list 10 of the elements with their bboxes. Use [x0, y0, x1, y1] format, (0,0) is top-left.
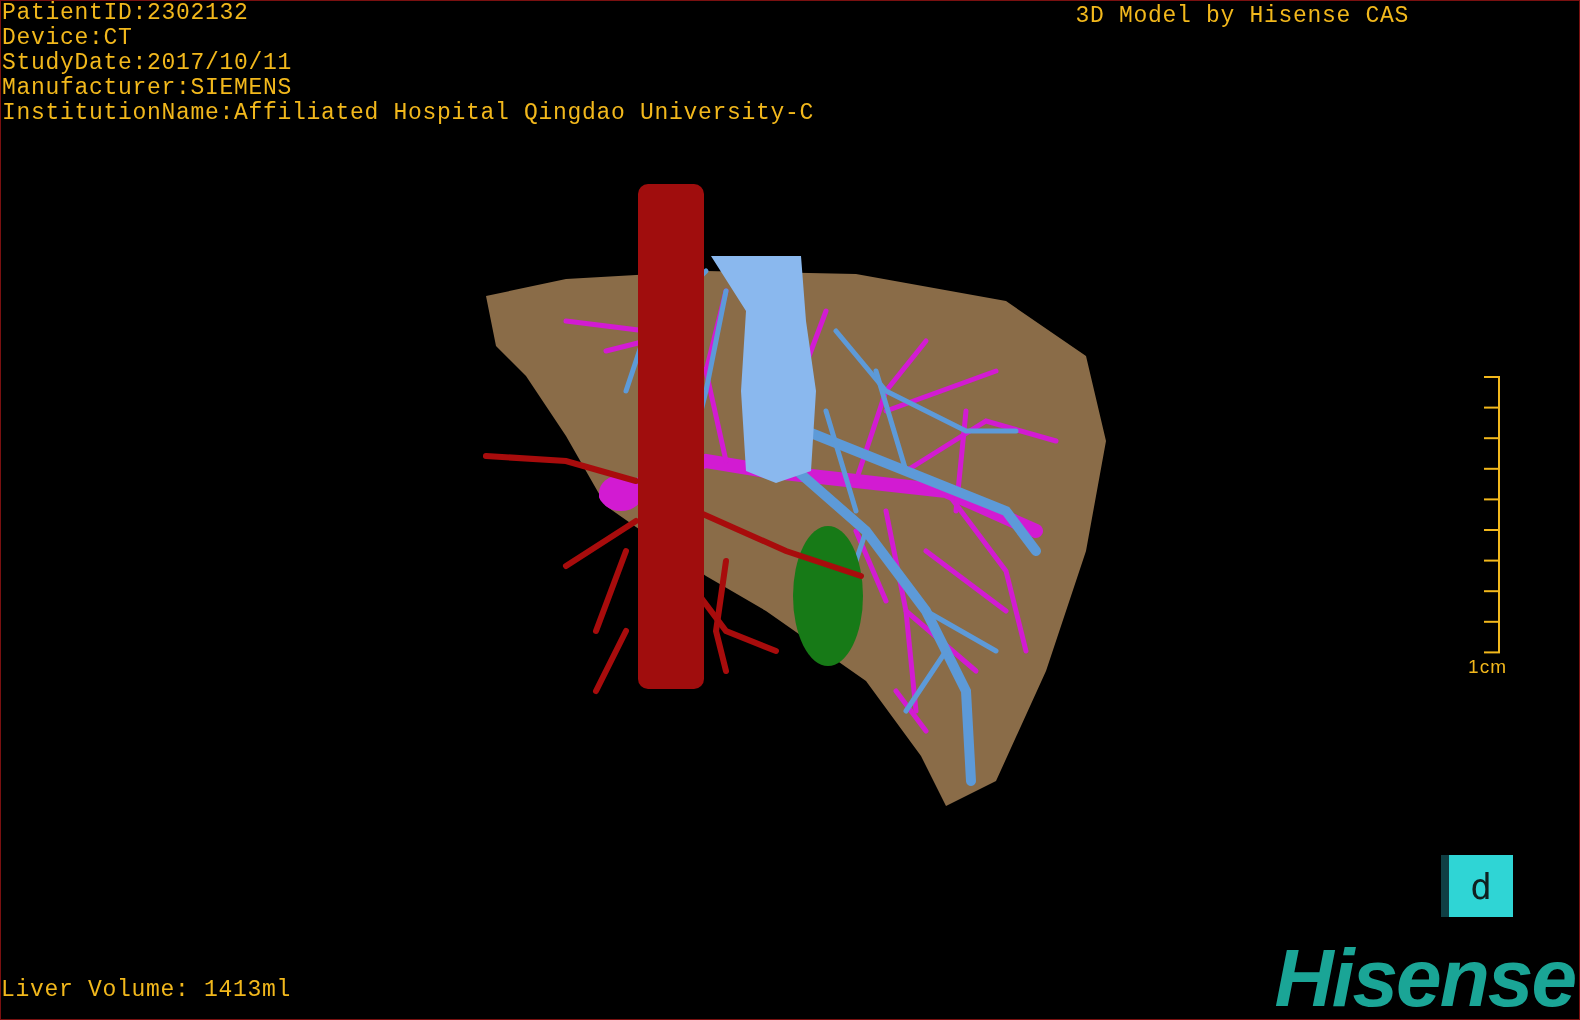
scale-label: 1cm	[1468, 656, 1507, 678]
model-title: 3D Model by Hisense CAS	[1075, 2, 1409, 31]
orientation-cube[interactable]: d	[1441, 855, 1513, 917]
liver-volume-text: Liver Volume: 1413ml	[1, 976, 292, 1005]
patient-info-text: PatientID:2302132	[2, 1, 250, 26]
patient-info-text: Device:CT	[2, 26, 134, 51]
patient-info-text: InstitutionName:Affiliated Hospital Qingdao University-C	[2, 101, 815, 126]
patient-info-text: StudyDate:2017/10/11	[2, 51, 294, 76]
brand-logo: Hisense	[1274, 937, 1575, 1019]
patient-info-text: Manufacturer:SIEMENS	[2, 76, 294, 101]
